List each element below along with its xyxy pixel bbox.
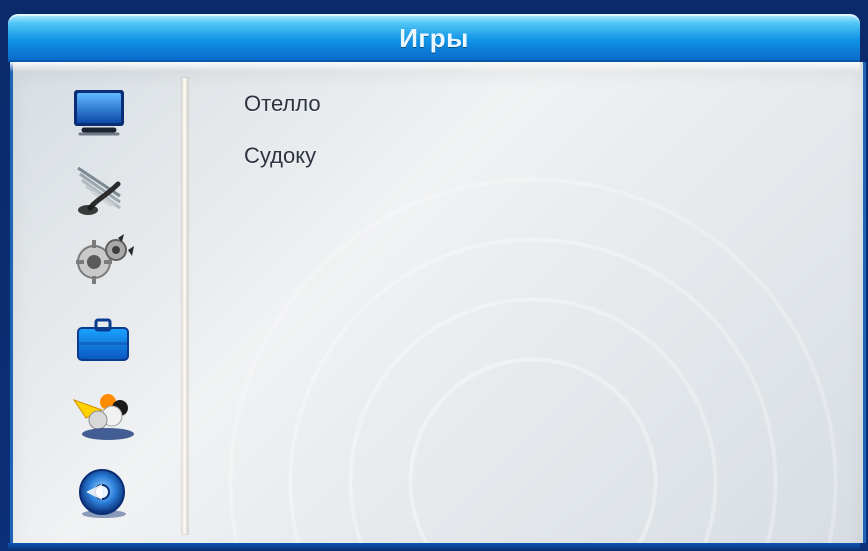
tv-icon[interactable] [68,82,138,144]
menu-item-othello[interactable]: Отелло [244,86,321,122]
left-icon-bar [10,62,182,543]
gears-icon[interactable] [68,228,138,290]
page-title: Игры [399,23,469,53]
games-icon[interactable] [68,382,138,444]
menu-item-sudoku[interactable]: Судоку [244,138,316,174]
briefcase-icon[interactable] [68,310,138,372]
satellite-dish-icon-svg [77,166,121,215]
gears-icon-svg [76,234,134,284]
briefcase-icon-svg [77,318,129,361]
tv-icon-svg [74,90,124,136]
media-disc-icon[interactable] [68,462,138,524]
satellite-dish-icon[interactable] [68,156,138,218]
vertical-divider [182,78,188,534]
media-disc-icon-svg [79,469,126,518]
games-icon-svg [72,394,134,440]
bottom-edge [8,543,860,551]
header-bar: Игры [8,14,860,62]
